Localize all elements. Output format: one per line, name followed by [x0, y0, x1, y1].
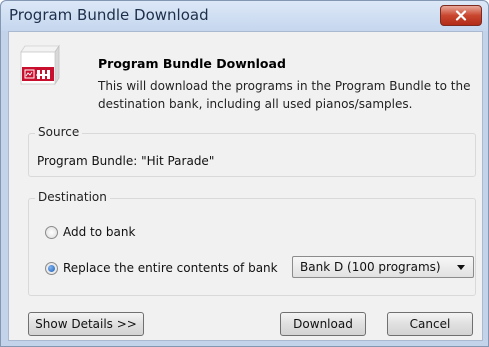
source-bundle-name: Program Bundle: "Hit Parade": [37, 154, 215, 168]
replace-bank-label[interactable]: Replace the entire contents of bank: [63, 261, 278, 275]
add-to-bank-label[interactable]: Add to bank: [63, 225, 135, 239]
title-bar[interactable]: Program Bundle Download: [1, 1, 488, 31]
cancel-button[interactable]: Cancel: [387, 312, 473, 336]
dialog-body: Program Bundle Download This will downlo…: [8, 31, 483, 341]
source-legend: Source: [35, 125, 83, 139]
close-button[interactable]: [440, 5, 482, 26]
header-title: Program Bundle Download: [98, 56, 286, 71]
program-bundle-app-icon: [20, 44, 60, 86]
bank-select-value: Bank D (100 programs): [300, 260, 441, 274]
show-details-button[interactable]: Show Details >>: [28, 312, 144, 336]
destination-group: Destination Add to bank Replace the enti…: [28, 190, 476, 296]
source-group: Source Program Bundle: "Hit Parade": [28, 125, 476, 177]
header-description: This will download the programs in the P…: [98, 79, 471, 111]
destination-legend: Destination: [35, 190, 110, 204]
download-button[interactable]: Download: [280, 312, 366, 336]
dialog-window: Program Bundle Download Program Bundle D…: [0, 0, 489, 347]
window-title: Program Bundle Download: [9, 6, 209, 24]
replace-bank-radio[interactable]: [45, 262, 58, 275]
add-to-bank-radio[interactable]: [45, 226, 58, 239]
bank-select[interactable]: Bank D (100 programs): [292, 256, 474, 278]
close-x-icon: [455, 10, 467, 21]
chevron-down-icon: [457, 265, 465, 270]
